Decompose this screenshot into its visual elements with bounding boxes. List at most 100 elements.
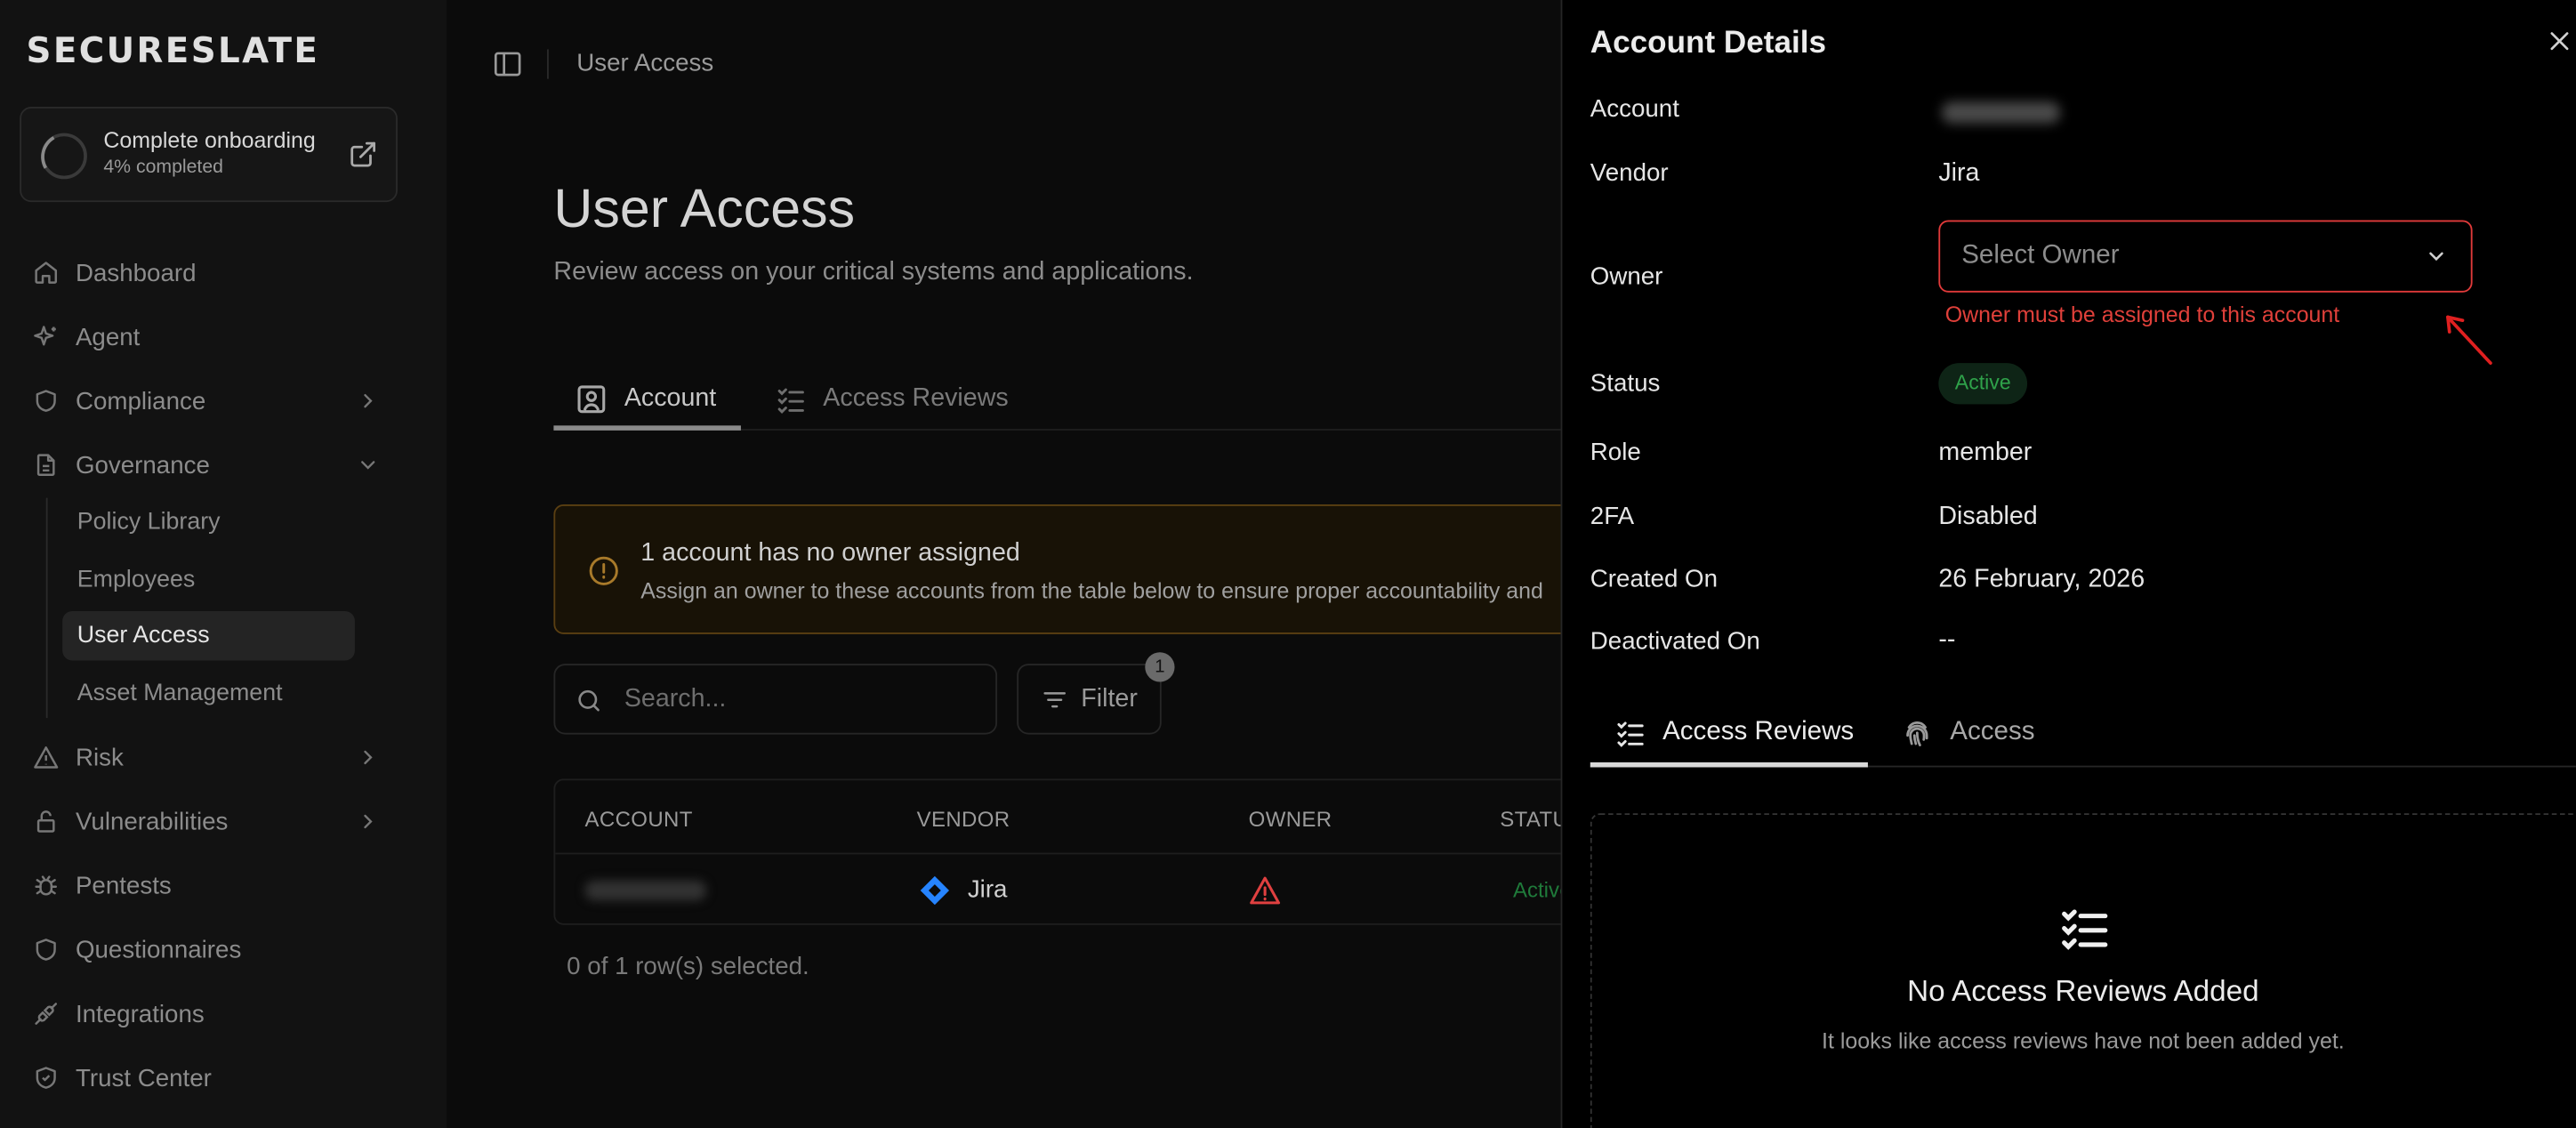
label-account: Account: [1590, 95, 1679, 124]
table-row[interactable]: Jira Active: [555, 852, 1604, 923]
onboarding-card[interactable]: Complete onboarding 4% completed: [20, 107, 398, 203]
chevron-right-icon: [357, 810, 380, 834]
tab-label: Access Reviews: [823, 384, 1009, 413]
sidebar-toggle-icon[interactable]: [493, 51, 522, 77]
label-role: Role: [1590, 439, 1641, 467]
owner-error-message: Owner must be assigned to this account: [1944, 302, 2340, 327]
sidebar-item-label: Trust Center: [75, 1063, 212, 1092]
filter-icon: [1042, 686, 1068, 713]
shield-check-icon: [33, 1065, 60, 1092]
no-owner-alert: 1 account has no owner assigned Assign a…: [553, 504, 1606, 634]
checklist-icon: [1615, 717, 1646, 748]
sidebar-item-label: Risk: [75, 743, 124, 772]
shield-icon: [33, 388, 60, 415]
value-deactivated-on: --: [1938, 625, 1956, 655]
active-tab-indicator: [553, 425, 741, 431]
tab-access-reviews-panel[interactable]: Access Reviews: [1615, 698, 1855, 768]
label-2fa: 2FA: [1590, 503, 1635, 531]
sidebar-item-label: Dashboard: [75, 258, 197, 287]
onboarding-title: Complete onboarding: [103, 128, 316, 153]
sidebar-item-agent[interactable]: Agent: [0, 310, 447, 363]
tab-label: Access Reviews: [1662, 718, 1855, 746]
empty-state-title: No Access Reviews Added: [1907, 974, 2259, 1008]
empty-state-subtitle: It looks like access reviews have not be…: [1822, 1028, 2345, 1053]
filter-label: Filter: [1081, 684, 1138, 713]
owner-warning-icon: [1249, 874, 1282, 907]
bug-icon: [33, 873, 60, 899]
breadcrumb: User Access: [576, 49, 714, 77]
red-arrow-annotation-icon: [2440, 307, 2496, 369]
sidebar-item-label: Pentests: [75, 871, 172, 900]
search-input[interactable]: [624, 681, 970, 719]
onboarding-progress: 4% completed: [103, 157, 223, 178]
sidebar-item-compliance[interactable]: Compliance: [0, 375, 447, 427]
sidebar-subitem-label: Asset Management: [76, 680, 283, 707]
header-divider: [547, 49, 549, 79]
sidebar-item-label: Questionnaires: [75, 935, 242, 964]
panel-title: Account Details: [1590, 26, 1827, 61]
sidebar-item-dashboard[interactable]: Dashboard: [0, 246, 447, 299]
sidebar-item-questionnaires[interactable]: Questionnaires: [0, 923, 447, 976]
app-root: SECURESLATE Complete onboarding 4% compl…: [0, 0, 2576, 1128]
status-badge: Active: [1938, 363, 2028, 405]
chevron-right-icon: [357, 745, 380, 769]
close-icon[interactable]: [2547, 28, 2573, 54]
page-subtitle: Review access on your critical systems a…: [553, 257, 1194, 286]
alert-title: 1 account has no owner assigned: [640, 538, 1020, 568]
sidebar-item-label: Integrations: [75, 999, 205, 1028]
checklist-large-icon: [2060, 906, 2109, 952]
sidebar-item-governance[interactable]: Governance: [0, 439, 447, 491]
sidebar-item-pentests[interactable]: Pentests: [0, 859, 447, 912]
tab-access-panel[interactable]: Access: [1901, 698, 2035, 768]
lock-icon: [33, 809, 60, 835]
sidebar-item-vulnerabilities[interactable]: Vulnerabilities: [0, 795, 447, 848]
progress-ring-icon: [41, 133, 87, 180]
search-box[interactable]: [553, 664, 998, 735]
sidebar-item-label: Vulnerabilities: [75, 807, 229, 836]
jira-logo-icon: [918, 874, 951, 907]
sidebar-subitem-asset-management[interactable]: Asset Management: [62, 669, 355, 718]
sidebar-subitem-employees[interactable]: Employees: [62, 555, 355, 604]
active-tab-indicator: [1590, 761, 1868, 768]
sidebar: SECURESLATE Complete onboarding 4% compl…: [0, 0, 447, 1128]
home-icon: [33, 260, 60, 286]
sidebar-subitem-policy-library[interactable]: Policy Library: [62, 498, 355, 547]
owner-select-placeholder: Select Owner: [1961, 241, 2120, 270]
sidebar-subitem-label: User Access: [76, 622, 210, 649]
column-header-owner: OWNER: [1248, 806, 1332, 832]
sidebar-item-integrations[interactable]: Integrations: [0, 987, 447, 1040]
sidebar-item-trust-center[interactable]: Trust Center: [0, 1051, 447, 1104]
value-role: member: [1938, 439, 2033, 467]
fingerprint-icon: [1901, 716, 1934, 749]
search-icon: [575, 687, 602, 714]
tab-access-reviews[interactable]: Access Reviews: [776, 370, 1009, 429]
owner-select[interactable]: Select Owner: [1938, 220, 2473, 293]
external-link-icon[interactable]: [349, 140, 378, 169]
app-logo: SECURESLATE: [26, 31, 320, 71]
warning-icon: [33, 745, 60, 771]
sidebar-item-risk[interactable]: Risk: [0, 731, 447, 784]
sidebar-subitem-label: Policy Library: [76, 509, 221, 536]
chevron-down-icon: [357, 454, 380, 477]
sidebar-subitem-user-access[interactable]: User Access: [62, 611, 355, 661]
chevron-right-icon: [357, 390, 380, 413]
user-card-icon: [575, 383, 608, 415]
vendor-name: Jira: [967, 875, 1008, 904]
document-icon: [33, 452, 60, 479]
alert-body: Assign an owner to these accounts from t…: [640, 578, 1543, 603]
page-title: User Access: [553, 177, 856, 238]
value-created-on: 26 February, 2026: [1938, 565, 2145, 593]
checklist-icon: [776, 383, 807, 415]
account-name-redacted: [584, 880, 707, 901]
tab-label: Access: [1950, 718, 2035, 746]
column-header-account: ACCOUNT: [584, 806, 693, 832]
label-created-on: Created On: [1590, 565, 1719, 593]
filter-button[interactable]: Filter: [1017, 664, 1162, 735]
accounts-table: ACCOUNT VENDOR OWNER STATUS Jira Active: [553, 778, 1606, 925]
filter-count-badge: 1: [1145, 652, 1175, 682]
tab-label: Account: [624, 384, 717, 413]
column-header-vendor: VENDOR: [916, 806, 1010, 832]
label-status: Status: [1590, 369, 1661, 398]
tab-account[interactable]: Account: [575, 370, 716, 429]
label-owner: Owner: [1590, 262, 1663, 291]
